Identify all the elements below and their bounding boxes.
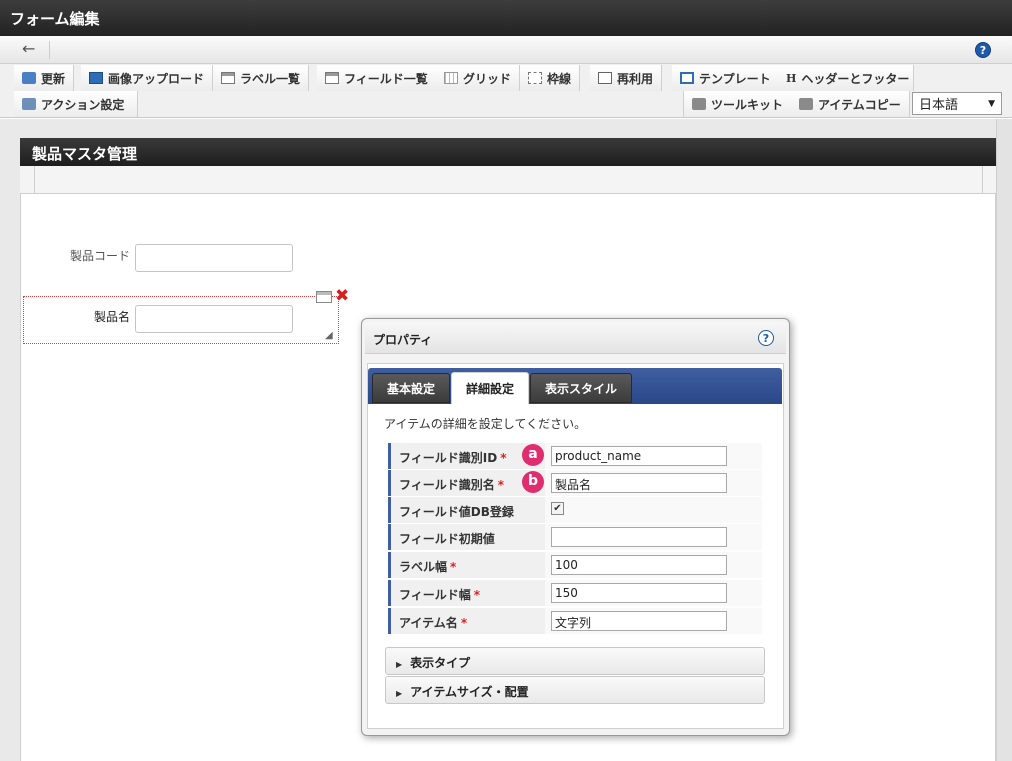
property-description: アイテムの詳細を設定してください。 <box>384 417 587 431</box>
property-row: フィールド値DB登録 ✔ <box>388 497 762 524</box>
tab-detail-settings[interactable]: 詳細設定 <box>451 372 530 404</box>
db-register-checkbox[interactable]: ✔ <box>551 502 564 515</box>
annotation-badge-b: b <box>522 471 544 493</box>
item-copy-label: アイテムコピー <box>818 97 901 112</box>
property-row: フィールド初期値 <box>388 524 762 551</box>
action-settings-icon <box>22 98 36 110</box>
property-dialog-title[interactable]: プロパティ <box>365 322 786 354</box>
property-label: フィールド値DB登録 <box>399 505 514 519</box>
toolkit-button[interactable]: ツールキット <box>683 91 793 117</box>
grid-icon <box>444 72 458 84</box>
field-list-button[interactable]: フィールド一覧 <box>317 65 437 91</box>
required-mark: * <box>500 451 507 465</box>
item-copy-icon <box>799 98 813 110</box>
action-settings-button[interactable]: アクション設定 <box>14 91 138 117</box>
required-mark: * <box>460 616 468 630</box>
reuse-label: 再利用 <box>617 71 654 86</box>
property-label: フィールド識別ID <box>399 451 498 465</box>
section-label: アイテムサイズ・配置 <box>410 685 529 699</box>
label-list-label: ラベル一覧 <box>240 71 301 86</box>
required-mark: * <box>473 588 481 602</box>
initial-value-input[interactable] <box>551 527 727 547</box>
property-row: アイテム名 * 文字列 <box>388 608 762 635</box>
vertical-scrollbar[interactable] <box>996 119 1012 761</box>
field-name-input[interactable]: 製品名 <box>551 473 727 493</box>
refresh-label: 更新 <box>41 71 66 86</box>
border-button[interactable]: 枠線 <box>520 65 581 91</box>
template-label: テンプレート <box>699 71 771 86</box>
label-width-input[interactable]: 100 <box>551 555 727 575</box>
template-icon <box>680 72 694 84</box>
reuse-icon <box>598 72 612 84</box>
image-upload-icon <box>89 72 103 84</box>
window-title: フォーム編集 <box>0 0 1012 36</box>
help-icon[interactable]: ? <box>975 42 991 58</box>
header-footer-icon: H <box>786 71 797 85</box>
property-row: ラベル幅 * 100 <box>388 552 762 579</box>
language-select[interactable]: 日本語 ▼ <box>912 92 1002 115</box>
product-code-label: 製品コード <box>69 249 130 263</box>
back-button[interactable]: ← <box>14 41 50 59</box>
section-display-type[interactable]: ▶ 表示タイプ <box>385 647 765 675</box>
property-label: フィールド初期値 <box>399 532 495 546</box>
image-upload-label: 画像アップロード <box>108 71 205 86</box>
property-label: フィールド幅 <box>399 588 471 602</box>
field-list-label: フィールド一覧 <box>344 71 428 86</box>
chevron-right-icon: ▶ <box>396 660 403 669</box>
toolkit-icon <box>692 98 706 110</box>
required-mark: * <box>450 560 457 574</box>
property-row: フィールド幅 * 150 <box>388 580 762 607</box>
refresh-button[interactable]: 更新 <box>14 65 75 91</box>
product-name-input[interactable] <box>135 305 293 333</box>
nav-bar <box>0 36 1012 64</box>
language-value: 日本語 <box>919 98 959 113</box>
chevron-right-icon: ▶ <box>396 689 403 698</box>
chevron-down-icon: ▼ <box>988 98 995 109</box>
field-list-icon <box>325 72 339 84</box>
required-mark: * <box>497 478 505 492</box>
section-label: 表示タイプ <box>410 656 471 670</box>
item-properties-icon[interactable] <box>316 291 332 303</box>
image-upload-button[interactable]: 画像アップロード <box>81 65 214 91</box>
template-button[interactable]: テンプレート <box>672 65 780 91</box>
tab-display-style[interactable]: 表示スタイル <box>530 373 633 403</box>
property-label: アイテム名 <box>399 616 458 630</box>
annotation-badge-a: a <box>522 444 544 466</box>
resize-grip-icon[interactable]: ◢ <box>325 330 333 341</box>
field-id-input[interactable]: product_name <box>551 446 727 466</box>
reuse-button[interactable]: 再利用 <box>590 65 663 91</box>
property-label: フィールド識別名 <box>399 478 495 492</box>
label-list-icon <box>221 72 235 84</box>
section-item-size-layout[interactable]: ▶ アイテムサイズ・配置 <box>385 676 765 704</box>
grid-label: グリッド <box>463 71 512 86</box>
header-footer-button[interactable]: H ヘッダーとフッター <box>778 65 914 91</box>
label-list-button[interactable]: ラベル一覧 <box>213 65 310 91</box>
border-icon <box>528 72 542 84</box>
refresh-icon <box>22 72 36 84</box>
product-name-label: 製品名 <box>93 310 130 324</box>
header-footer-label: ヘッダーとフッター <box>801 71 910 86</box>
border-label: 枠線 <box>547 71 572 86</box>
tab-basic-settings[interactable]: 基本設定 <box>372 373 451 403</box>
property-label: ラベル幅 <box>399 560 448 574</box>
form-title: 製品マスタ管理 <box>20 138 996 166</box>
field-width-input[interactable]: 150 <box>551 583 727 603</box>
item-copy-button[interactable]: アイテムコピー <box>791 91 910 117</box>
close-icon[interactable]: ✖ <box>335 288 349 305</box>
form-subheader <box>20 166 996 194</box>
action-settings-label: アクション設定 <box>41 97 125 112</box>
product-code-input[interactable] <box>135 244 293 272</box>
item-name-input[interactable]: 文字列 <box>551 611 727 631</box>
help-icon[interactable]: ? <box>758 330 774 346</box>
toolkit-label: ツールキット <box>711 97 784 112</box>
property-row: フィールド識別名 * 製品名 <box>388 470 762 497</box>
grid-button[interactable]: グリッド <box>436 65 521 91</box>
property-row: フィールド識別ID * product_name <box>388 443 762 470</box>
